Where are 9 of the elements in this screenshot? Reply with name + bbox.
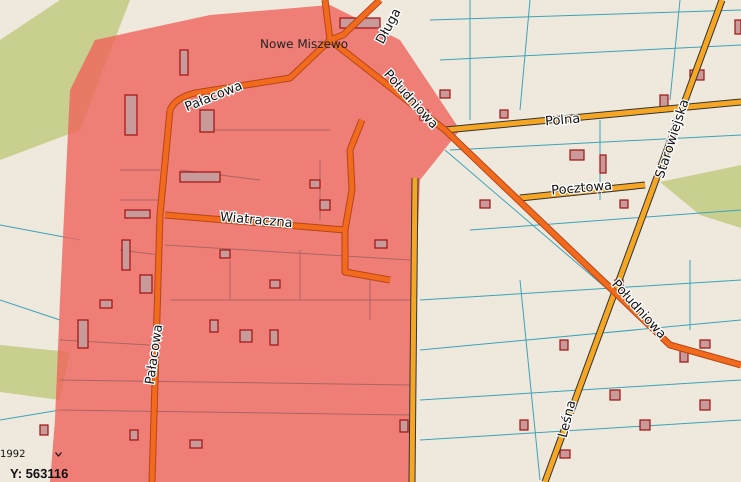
street-label: Leśna	[556, 398, 580, 440]
street-label: Pałacowa	[142, 323, 166, 386]
coordinate-readout: Y: 563116	[10, 466, 68, 481]
street-label: Polna	[544, 112, 581, 130]
street-label: Wiatraczna	[219, 210, 294, 232]
street-label: Pocztowa	[550, 178, 613, 199]
caret-icon	[55, 452, 62, 457]
projection-select[interactable]: 1992	[0, 449, 62, 460]
place-label: Nowe Miszewo	[260, 37, 348, 51]
